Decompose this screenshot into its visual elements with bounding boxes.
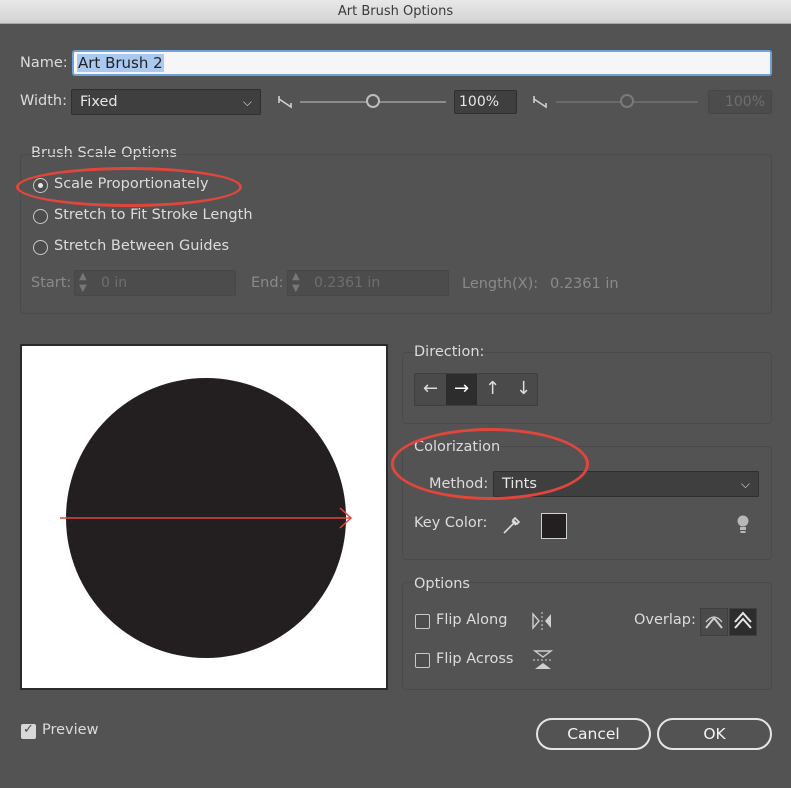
method-label: Method: (429, 476, 489, 492)
width-dropdown-value: Fixed (80, 94, 118, 110)
window-title-bar: Art Brush Options (0, 0, 791, 24)
width-dropdown[interactable]: Fixed ⌵ (71, 89, 261, 115)
overlap-adjust-icon (705, 616, 723, 629)
start-label: Start: (31, 275, 72, 291)
stepper-icon: ▲ ▼ (292, 271, 300, 294)
end-label: End: (251, 275, 284, 291)
name-input[interactable]: Art Brush 2 (72, 50, 772, 76)
stretch-between-guides-label[interactable]: Stretch Between Guides (54, 238, 229, 254)
width-label: Width: (20, 93, 68, 109)
stretch-to-fit-radio[interactable] (33, 209, 48, 224)
flip-across-icon (532, 650, 554, 669)
preview-checkbox[interactable] (21, 722, 36, 739)
direction-down-button[interactable]: ↓ (508, 374, 539, 405)
stretch-between-guides-radio[interactable] (33, 240, 48, 255)
preview-label[interactable]: Preview (42, 722, 98, 738)
stepper-icon: ▲ ▼ (79, 271, 87, 294)
colorization-group (402, 446, 772, 560)
direction-right-button[interactable]: → (446, 374, 477, 405)
direction-up-button[interactable]: ↑ (477, 374, 508, 405)
key-color-swatch[interactable] (541, 513, 567, 539)
scale-proportionately-label[interactable]: Scale Proportionately (54, 176, 209, 192)
overlap-none-button[interactable] (729, 608, 757, 636)
chevron-down-icon: ⌵ (740, 477, 750, 491)
name-label: Name: (20, 55, 68, 71)
colorization-title: Colorization (414, 439, 501, 455)
width-slider-knob[interactable] (366, 94, 380, 108)
direction-buttons: ← → ↑ ↓ (414, 373, 538, 406)
width-max-slider-knob (620, 94, 634, 108)
eyedropper-icon[interactable] (500, 513, 524, 537)
overlap-label: Overlap: (634, 612, 696, 628)
ok-button[interactable]: OK (657, 718, 772, 750)
flip-across-label[interactable]: Flip Across (436, 651, 513, 667)
flip-along-label[interactable]: Flip Along (436, 612, 507, 628)
name-input-value: Art Brush 2 (77, 54, 164, 72)
direction-left-button[interactable]: ← (415, 374, 446, 405)
end-field: ▲ ▼ 0.2361 in (287, 270, 449, 296)
width-min-icon (278, 96, 292, 109)
options-title: Options (414, 576, 470, 592)
start-field: ▲ ▼ 0 in (74, 270, 236, 296)
width-max-icon (533, 96, 547, 109)
key-color-label: Key Color: (414, 515, 488, 531)
art-brush-options-dialog: Name: Art Brush 2 Width: Fixed ⌵ 100% 10… (0, 24, 791, 788)
flip-along-icon (532, 612, 551, 630)
method-dropdown[interactable]: Tints ⌵ (493, 471, 759, 497)
direction-title: Direction: (414, 344, 485, 360)
chevron-down-icon: ⌵ (242, 95, 252, 109)
scale-proportionately-radio[interactable] (33, 178, 48, 193)
width-value-field[interactable]: 100% (454, 90, 517, 114)
length-label: Length(X): (462, 276, 539, 292)
stretch-to-fit-label[interactable]: Stretch to Fit Stroke Length (54, 207, 253, 223)
width-max-value-field: 100% (708, 90, 772, 114)
window-title: Art Brush Options (337, 4, 454, 19)
method-dropdown-value: Tints (502, 476, 537, 492)
overlap-none-icon (734, 611, 752, 629)
length-value: 0.2361 in (550, 276, 619, 292)
width-max-value: 100% (724, 94, 765, 110)
flip-across-checkbox[interactable] (415, 653, 430, 668)
overlap-adjust-button[interactable] (700, 608, 728, 636)
cancel-button[interactable]: Cancel (536, 718, 651, 750)
brush-preview-pane (20, 344, 388, 690)
brush-preview-art (60, 378, 353, 658)
end-value: 0.2361 in (314, 275, 381, 291)
start-value: 0 in (101, 275, 128, 291)
width-value: 100% (459, 94, 500, 110)
flip-along-checkbox[interactable] (415, 614, 430, 629)
lightbulb-icon[interactable] (735, 514, 751, 536)
